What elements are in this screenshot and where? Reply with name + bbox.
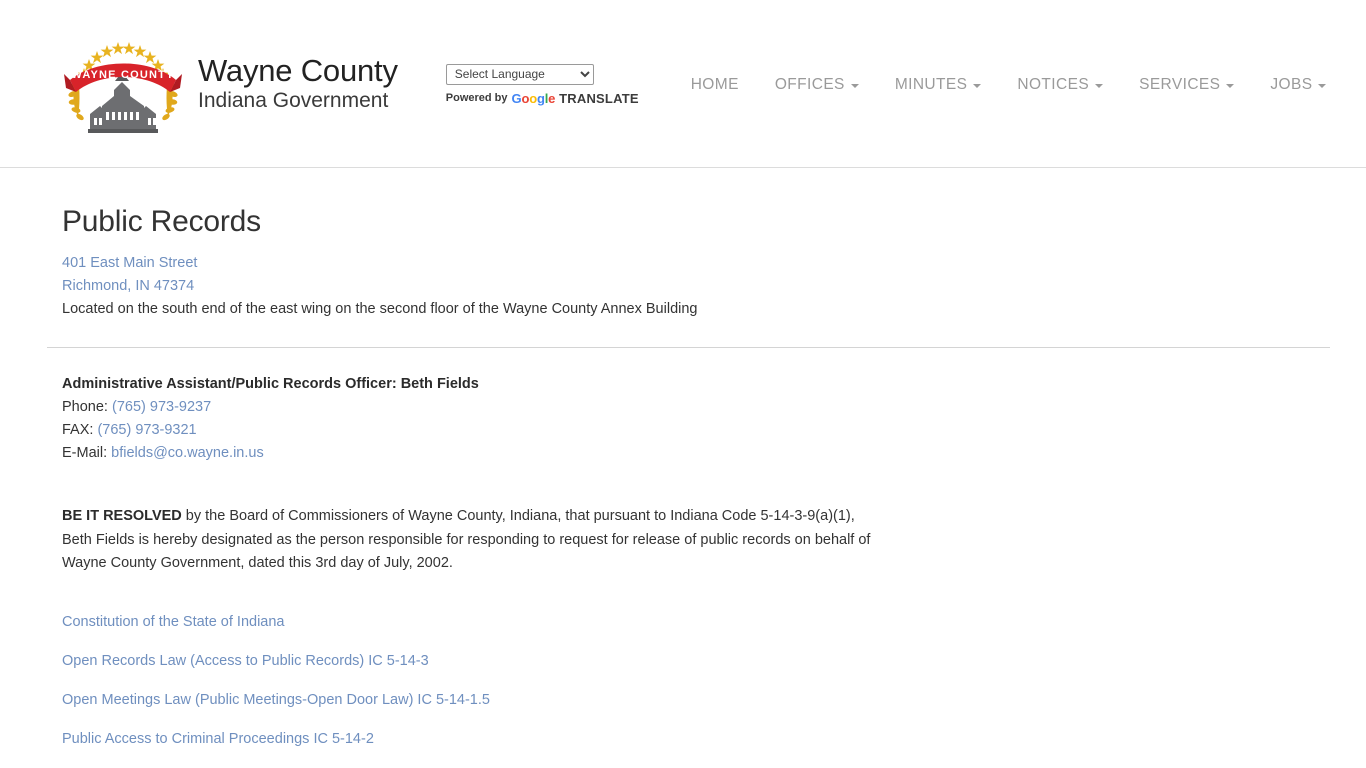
nav-item-label: OFFICES: [774, 75, 845, 93]
nav-item-home[interactable]: HOME: [679, 76, 757, 94]
translate-label: TRANSLATE: [559, 90, 639, 106]
wayne-county-courthouse-seal-icon: WAYNE COUNTY: [62, 34, 184, 134]
nav-item-label: HOME: [690, 75, 739, 93]
chevron-down-icon: [1226, 83, 1235, 88]
nav-item-label: JOBS: [1270, 75, 1313, 93]
nav-item-notices[interactable]: NOTICES: [999, 76, 1121, 94]
law-link-open-records[interactable]: Open Records Law (Access to Public Recor…: [62, 651, 1366, 671]
main-content: Public Records 401 East Main Street Rich…: [0, 168, 1366, 749]
resolution-lead: BE IT RESOLVED: [62, 508, 182, 524]
records-officer-line: Administrative Assistant/Public Records …: [62, 376, 479, 392]
brand-subtitle: Indiana Government: [198, 89, 389, 113]
brand-title: Wayne County: [198, 52, 398, 88]
resolution-body: by the Board of Commissioners of Wayne C…: [62, 508, 871, 571]
fax-label: FAX:: [62, 422, 94, 438]
nav-item-label: MINUTES: [894, 75, 968, 93]
fax-link[interactable]: (765) 973-9321: [97, 422, 196, 438]
language-select[interactable]: Select Language: [445, 63, 594, 85]
section-divider: [47, 347, 1330, 348]
powered-by-google-translate: Powered by Google TRANSLATE: [446, 91, 639, 106]
nav-item-services[interactable]: SERVICES: [1121, 76, 1252, 94]
nav-item-label: SERVICES: [1139, 75, 1221, 93]
law-link-constitution[interactable]: Constitution of the State of Indiana: [62, 612, 1366, 632]
address-note: Located on the south end of the east win…: [62, 301, 698, 317]
law-link-criminal-proceedings[interactable]: Public Access to Criminal Proceedings IC…: [62, 729, 1366, 749]
svg-text:WAYNE COUNTY: WAYNE COUNTY: [71, 69, 174, 81]
phone-link[interactable]: (765) 973-9237: [112, 399, 211, 415]
nav-item-label: NOTICES: [1017, 75, 1090, 93]
address-citystatezip-link[interactable]: Richmond, IN 47374: [62, 278, 194, 294]
email-link[interactable]: bfields@co.wayne.in.us: [111, 445, 264, 461]
contact-block: Administrative Assistant/Public Records …: [62, 373, 1366, 465]
address-block: 401 East Main Street Richmond, IN 47374 …: [62, 252, 1366, 321]
main-navigation: HOME OFFICES MINUTES NOTICES SERVICES JO…: [679, 76, 1345, 94]
law-link-open-meetings[interactable]: Open Meetings Law (Public Meetings-Open …: [62, 690, 1366, 710]
email-label: E-Mail:: [62, 445, 108, 461]
page-title: Public Records: [62, 205, 261, 238]
powered-by-label: Powered by: [445, 92, 508, 104]
chevron-down-icon: [1318, 83, 1327, 88]
site-header: WAYNE COUNTY Wayne County Indiana Govern…: [0, 0, 1366, 168]
google-logo: Google: [511, 90, 556, 106]
law-links-list: Constitution of the State of Indiana Ope…: [62, 612, 1366, 749]
chevron-down-icon: [973, 83, 982, 88]
address-street-link[interactable]: 401 East Main Street: [62, 255, 197, 271]
chevron-down-icon: [1095, 83, 1104, 88]
chevron-down-icon: [850, 83, 859, 88]
nav-item-jobs[interactable]: JOBS: [1252, 76, 1344, 94]
nav-item-minutes[interactable]: MINUTES: [877, 76, 1000, 94]
phone-label: Phone:: [62, 399, 108, 415]
google-translate-widget: Select Language Powered by Google TRANSL…: [445, 63, 639, 106]
resolution-paragraph: BE IT RESOLVED by the Board of Commissio…: [62, 505, 877, 576]
brand-logo-link[interactable]: WAYNE COUNTY Wayne County Indiana Govern…: [62, 34, 398, 134]
nav-item-offices[interactable]: OFFICES: [757, 76, 877, 94]
